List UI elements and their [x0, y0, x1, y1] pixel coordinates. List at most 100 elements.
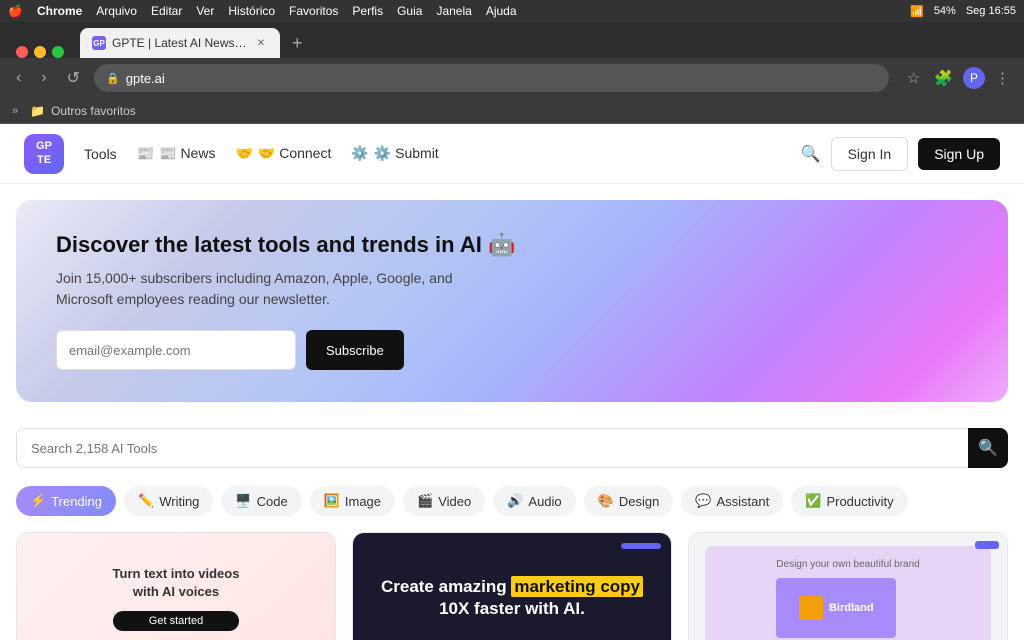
tab-image[interactable]: 🖼️ Image [310, 486, 395, 516]
active-app-name: Chrome [37, 4, 82, 18]
site-nav: GPTE Tools 📰 📰 News 🤝 🤝 Connect ⚙️ ⚙️ Su… [0, 124, 1024, 184]
search-input[interactable] [16, 428, 1008, 468]
address-bar[interactable]: 🔒 gpte.ai [94, 64, 889, 92]
bookmarks-folder-label[interactable]: Outros favoritos [51, 104, 136, 118]
looka-accent [975, 541, 999, 549]
browser-toolbar: ‹ › ↺ 🔒 gpte.ai ☆ 🧩 P ⋮ [0, 58, 1024, 98]
email-input[interactable] [56, 330, 296, 370]
looka-brand-preview: Birdland [776, 578, 896, 638]
signup-button[interactable]: Sign Up [918, 138, 1000, 170]
browser-tab-bar: GP GPTE | Latest AI News, Promp... ✕ + [0, 22, 1024, 58]
video-icon: 🎬 [417, 493, 433, 509]
nav-submit[interactable]: ⚙️ ⚙️ Submit [351, 145, 438, 162]
reload-button[interactable]: ↺ [61, 64, 86, 92]
tool-card-jasper[interactable]: Create amazing marketing copy10X faster … [352, 532, 672, 640]
menu-ver[interactable]: Ver [196, 4, 214, 18]
looka-thumbnail: Design your own beautiful brand Birdland [689, 533, 1007, 640]
apple-logo[interactable]: 🍎 [8, 4, 23, 18]
hero-subtitle: Join 15,000+ subscribers including Amazo… [56, 268, 476, 310]
tab-audio-label: Audio [528, 494, 561, 509]
menu-ajuda[interactable]: Ajuda [486, 4, 517, 18]
tab-design[interactable]: 🎨 Design [584, 486, 674, 516]
tab-writing-label: Writing [159, 494, 199, 509]
nav-connect[interactable]: 🤝 🤝 Connect [235, 145, 331, 162]
lock-icon: 🔒 [106, 72, 120, 85]
fliki-cta: Get started [113, 611, 240, 631]
jasper-thumb-text: Create amazing marketing copy10X faster … [381, 576, 643, 620]
bookmarks-expand[interactable]: » [12, 105, 18, 117]
looka-brand-name: Birdland [829, 602, 874, 614]
menu-perfis[interactable]: Perfis [352, 4, 383, 18]
nav-news[interactable]: 📰 📰 News [137, 145, 216, 162]
menu-historico[interactable]: Histórico [228, 4, 275, 18]
window-minimize-btn[interactable] [34, 46, 46, 58]
active-tab[interactable]: GP GPTE | Latest AI News, Promp... ✕ [80, 28, 280, 58]
tab-productivity-label: Productivity [826, 494, 893, 509]
audio-icon: 🔊 [507, 493, 523, 509]
looka-preview: Design your own beautiful brand Birdland [705, 546, 991, 640]
search-btn-icon: 🔍 [978, 438, 998, 458]
tab-video[interactable]: 🎬 Video [403, 486, 485, 516]
new-tab-btn[interactable]: + [286, 29, 309, 58]
hero-banner: Discover the latest tools and trends in … [16, 200, 1008, 402]
looka-design-text: Design your own beautiful brand [776, 559, 919, 570]
subscribe-button[interactable]: Subscribe [306, 330, 404, 370]
tab-close-btn[interactable]: ✕ [254, 36, 268, 50]
search-section: 🔍 [16, 418, 1008, 478]
category-tabs: ⚡ Trending ✏️ Writing 🖥️ Code 🖼️ Image 🎬… [0, 478, 1024, 524]
menu-icon[interactable]: ⋮ [991, 65, 1014, 91]
os-menubar: 🍎 Chrome Arquivo Editar Ver Histórico Fa… [0, 0, 1024, 22]
fliki-thumb-text: Turn text into videoswith AI voices [113, 565, 240, 601]
profile-icon[interactable]: P [963, 67, 985, 89]
trending-icon: ⚡ [30, 493, 46, 509]
writing-icon: ✏️ [138, 493, 154, 509]
battery-status: 54% [934, 5, 956, 17]
menu-editar[interactable]: Editar [151, 4, 182, 18]
tab-trending-label: Trending [51, 494, 102, 509]
tab-productivity[interactable]: ✅ Productivity [791, 486, 907, 516]
url-text: gpte.ai [126, 71, 165, 86]
hero-title: Discover the latest tools and trends in … [56, 232, 968, 258]
nav-tools[interactable]: Tools [84, 146, 117, 162]
tool-card-looka[interactable]: Design your own beautiful brand Birdland… [688, 532, 1008, 640]
menu-favoritos[interactable]: Favoritos [289, 4, 338, 18]
nav-links: Tools 📰 📰 News 🤝 🤝 Connect ⚙️ ⚙️ Submit [84, 145, 439, 162]
tab-writing[interactable]: ✏️ Writing [124, 486, 213, 516]
fliki-thumbnail: Turn text into videoswith AI voices Get … [17, 533, 335, 640]
tab-assistant[interactable]: 💬 Assistant [681, 486, 783, 516]
menu-janela[interactable]: Janela [436, 4, 471, 18]
search-icon[interactable]: 🔍 [801, 144, 821, 164]
tool-card-fliki[interactable]: Turn text into videoswith AI voices Get … [16, 532, 336, 640]
website-content: GPTE Tools 📰 📰 News 🤝 🤝 Connect ⚙️ ⚙️ Su… [0, 124, 1024, 640]
jasper-bar [621, 543, 661, 549]
signin-button[interactable]: Sign In [831, 137, 909, 171]
tab-code[interactable]: 🖥️ Code [221, 486, 301, 516]
tab-assistant-label: Assistant [717, 494, 770, 509]
image-icon: 🖼️ [324, 493, 340, 509]
hero-form: Subscribe [56, 330, 968, 370]
tab-trending[interactable]: ⚡ Trending [16, 486, 116, 516]
code-icon: 🖥️ [235, 493, 251, 509]
menu-guia[interactable]: Guia [397, 4, 422, 18]
tab-audio[interactable]: 🔊 Audio [493, 486, 575, 516]
bookmarks-folder-icon: 📁 [30, 104, 45, 118]
tab-favicon: GP [92, 36, 106, 50]
tab-video-label: Video [438, 494, 471, 509]
window-maximize-btn[interactable] [52, 46, 64, 58]
forward-button[interactable]: › [35, 65, 52, 91]
tab-code-label: Code [257, 494, 288, 509]
bookmark-icon[interactable]: ☆ [903, 65, 924, 91]
extensions-icon[interactable]: 🧩 [930, 65, 957, 91]
menu-arquivo[interactable]: Arquivo [96, 4, 137, 18]
window-close-btn[interactable] [16, 46, 28, 58]
assistant-icon: 💬 [695, 493, 711, 509]
looka-icon-1 [799, 596, 823, 620]
productivity-icon: ✅ [805, 493, 821, 509]
back-button[interactable]: ‹ [10, 65, 27, 91]
design-icon: 🎨 [598, 493, 614, 509]
search-button[interactable]: 🔍 [968, 428, 1008, 468]
logo-text: GPTE [36, 140, 52, 166]
bookmarks-bar: » 📁 Outros favoritos [0, 98, 1024, 124]
wifi-icon: 📶 [910, 5, 924, 18]
site-logo[interactable]: GPTE [24, 134, 64, 174]
